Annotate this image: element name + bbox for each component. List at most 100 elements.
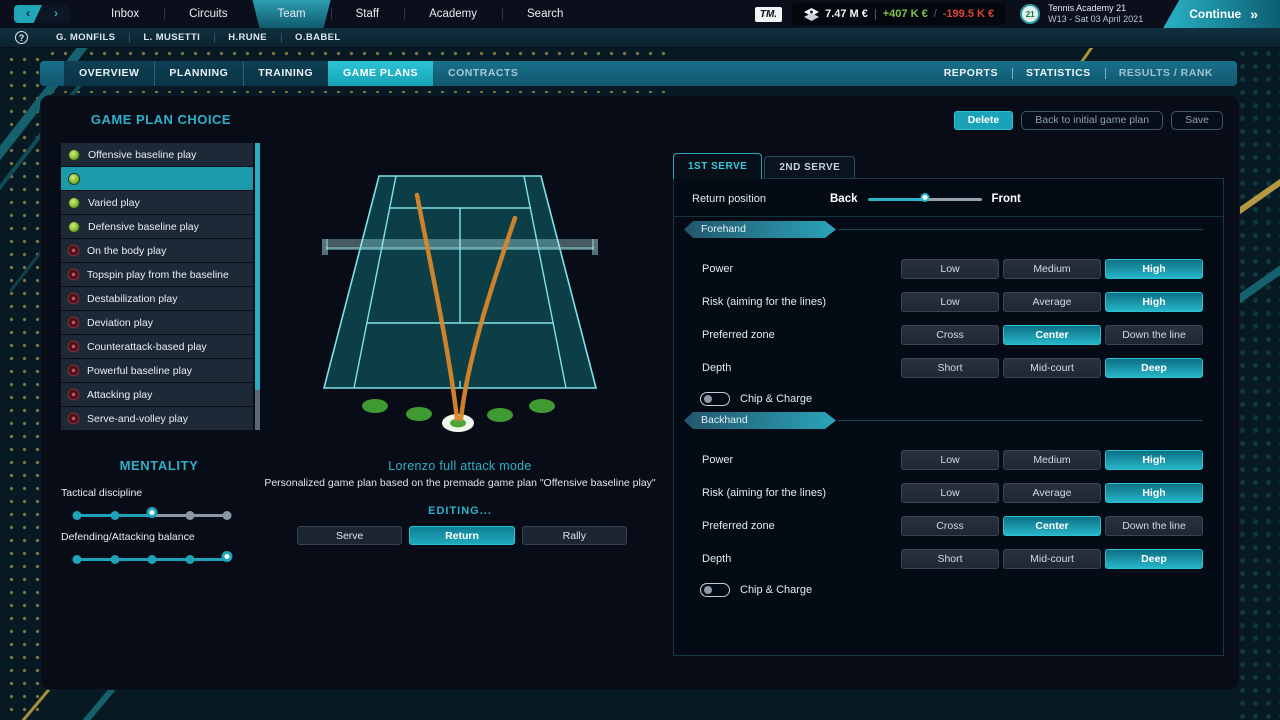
nav-item-team[interactable]: Team — [252, 0, 330, 28]
option-backhand-depth-deep[interactable]: Deep — [1105, 549, 1203, 569]
plan-name: Lorenzo full attack mode — [388, 459, 532, 473]
player-tab-o-babel[interactable]: O.BABEL — [281, 32, 355, 43]
club-info[interactable]: 21 Tennis Academy 21 W13 - Sat 03 April … — [1020, 3, 1143, 25]
slider-knob[interactable] — [920, 193, 929, 202]
option-backhand-power-medium[interactable]: Medium — [1003, 450, 1101, 470]
game-plan-item[interactable]: Deviation play — [61, 311, 253, 334]
plan-list-scrollbar[interactable] — [255, 143, 260, 430]
option-forehand-preferred-zone-center[interactable]: Center — [1003, 325, 1101, 345]
slider-step[interactable] — [147, 555, 157, 564]
section-banner-row: Backhand — [684, 412, 1203, 429]
fast-forward-icon: » — [1250, 6, 1258, 22]
option-backhand-power-high[interactable]: High — [1105, 450, 1203, 470]
nav-forward-button[interactable]: › — [42, 5, 70, 23]
chip-and-charge-toggle-backhand[interactable] — [700, 583, 730, 597]
option-forehand-risk-aiming-for-the-lines-low[interactable]: Low — [901, 292, 999, 312]
tab-contracts[interactable]: CONTRACTS — [433, 61, 533, 86]
position-spot[interactable] — [406, 407, 432, 421]
game-plan-item[interactable]: Attacking play — [61, 383, 253, 406]
option-backhand-risk-aiming-for-the-lines-low[interactable]: Low — [901, 483, 999, 503]
position-spot[interactable] — [487, 408, 513, 422]
section-tab-bar: OVERVIEW PLANNING TRAINING GAME PLANS CONTRA… — [40, 61, 1237, 86]
option-backhand-preferred-zone-center[interactable]: Center — [1003, 516, 1101, 536]
option-forehand-preferred-zone-down-the-line[interactable]: Down the line — [1105, 325, 1203, 345]
tab-overview[interactable]: OVERVIEW — [64, 61, 155, 86]
chip-and-charge-toggle-forehand[interactable] — [700, 392, 730, 406]
option-forehand-depth-mid-court[interactable]: Mid-court — [1003, 358, 1101, 378]
game-plan-item[interactable]: On the body play — [61, 239, 253, 262]
plan-label: On the body play — [87, 244, 167, 257]
nav-item-academy[interactable]: Academy — [404, 0, 502, 28]
tab-results-rank[interactable]: RESULTS / RANK — [1104, 61, 1227, 86]
option-forehand-risk-aiming-for-the-lines-high[interactable]: High — [1105, 292, 1203, 312]
option-backhand-risk-aiming-for-the-lines-average[interactable]: Average — [1003, 483, 1101, 503]
return-position-slider[interactable] — [867, 193, 982, 205]
game-plan-item-selected[interactable] — [61, 167, 253, 190]
tab-game-plans[interactable]: GAME PLANS — [328, 61, 434, 86]
tab-reports[interactable]: REPORTS — [930, 61, 1012, 86]
option-backhand-preferred-zone-cross[interactable]: Cross — [901, 516, 999, 536]
slider-step[interactable] — [110, 511, 119, 520]
game-plan-item[interactable]: Destabilization play — [61, 287, 253, 310]
save-button[interactable]: Save — [1171, 111, 1223, 130]
slider-step-selected[interactable] — [221, 551, 233, 562]
tab-2nd-serve[interactable]: 2ND SERVE — [764, 156, 856, 178]
option-backhand-power-low[interactable]: Low — [901, 450, 999, 470]
option-forehand-depth-short[interactable]: Short — [901, 358, 999, 378]
slider-segment — [189, 514, 227, 517]
tab-planning[interactable]: PLANNING — [154, 61, 244, 86]
player-tab-l-musetti[interactable]: L. MUSETTI — [129, 32, 214, 43]
date-line: W13 - Sat 03 April 2021 — [1048, 14, 1144, 24]
slider-step[interactable] — [222, 511, 232, 520]
position-spot[interactable] — [362, 399, 388, 413]
mode-button-rally[interactable]: Rally — [521, 526, 627, 545]
continue-button[interactable]: Continue » — [1163, 0, 1280, 28]
game-plan-item[interactable]: Varied play — [61, 191, 253, 214]
tab-1st-serve[interactable]: 1ST SERVE — [673, 153, 763, 179]
game-plan-item[interactable]: Powerful baseline play — [61, 359, 253, 382]
slider-step[interactable] — [185, 555, 194, 564]
mode-button-serve[interactable]: Serve — [297, 526, 403, 545]
option-backhand-risk-aiming-for-the-lines-high[interactable]: High — [1105, 483, 1203, 503]
tab-statistics[interactable]: STATISTICS — [1011, 61, 1105, 86]
scrollbar-thumb[interactable] — [255, 143, 260, 390]
game-plan-item[interactable]: Topspin play from the baseline — [61, 263, 253, 286]
game-plan-item[interactable]: Serve-and-volley play — [61, 407, 253, 430]
game-plan-item[interactable]: Offensive baseline play — [61, 143, 253, 166]
tab-training[interactable]: TRAINING — [243, 61, 328, 86]
option-forehand-power-high[interactable]: High — [1105, 259, 1203, 279]
player-tab-h-rune[interactable]: H.RUNE — [214, 32, 281, 43]
help-icon[interactable]: ? — [15, 31, 28, 44]
option-forehand-preferred-zone-cross[interactable]: Cross — [901, 325, 999, 345]
nav-item-search[interactable]: Search — [502, 0, 588, 28]
section-line — [838, 420, 1203, 421]
delete-button[interactable]: Delete — [953, 111, 1014, 130]
option-backhand-preferred-zone-down-the-line[interactable]: Down the line — [1105, 516, 1203, 536]
position-spot[interactable] — [529, 399, 555, 413]
section-tabs-right: REPORTS STATISTICS RESULTS / RANK — [930, 61, 1227, 86]
nav-item-inbox[interactable]: Inbox — [86, 0, 164, 28]
slider-step[interactable] — [72, 511, 82, 520]
option-forehand-depth-deep[interactable]: Deep — [1105, 358, 1203, 378]
mode-button-return[interactable]: Return — [409, 526, 515, 545]
option-backhand-depth-short[interactable]: Short — [901, 549, 999, 569]
option-forehand-power-medium[interactable]: Medium — [1003, 259, 1101, 279]
slider-step-selected[interactable] — [146, 507, 158, 518]
mentality-slider-tactical-discipline[interactable] — [72, 503, 232, 529]
option-backhand-depth-mid-court[interactable]: Mid-court — [1003, 549, 1101, 569]
game-plan-item[interactable]: Counterattack-based play — [61, 335, 253, 358]
option-forehand-risk-aiming-for-the-lines-average[interactable]: Average — [1003, 292, 1101, 312]
nav-back-button[interactable]: ‹ — [14, 5, 42, 23]
player-tab-g-monfils[interactable]: G. MONFILS — [42, 32, 129, 43]
mentality-slider-defending-attacking-balance[interactable] — [72, 547, 233, 573]
back-to-initial-game-plan-button[interactable]: Back to initial game plan — [1021, 111, 1164, 130]
game-plan-item[interactable]: Defensive baseline play — [61, 215, 253, 238]
nav-item-circuits[interactable]: Circuits — [164, 0, 252, 28]
option-forehand-power-low[interactable]: Low — [901, 259, 999, 279]
slider-step[interactable] — [185, 511, 194, 520]
slider-step[interactable] — [110, 555, 119, 564]
slider-track — [924, 198, 982, 201]
budget-display[interactable]: 7.47 M € | +407 K € / -199.5 K € — [792, 3, 1007, 25]
nav-item-staff[interactable]: Staff — [330, 0, 404, 28]
slider-step[interactable] — [72, 555, 82, 564]
